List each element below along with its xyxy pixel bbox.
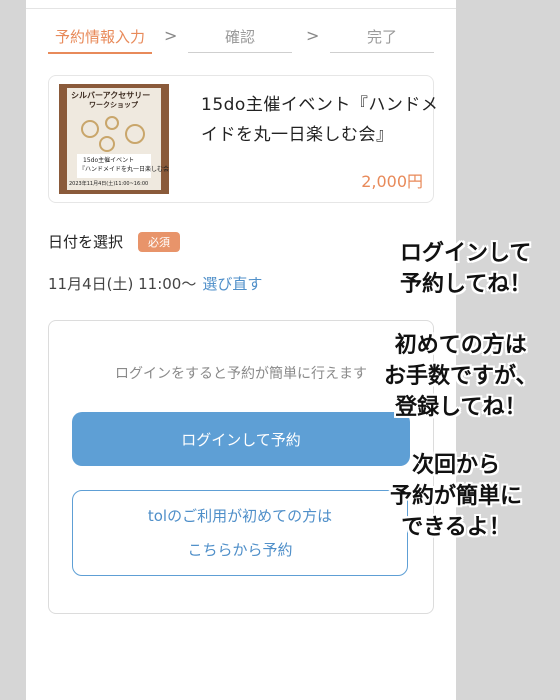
flyer-band-line1: 15do主催イベント — [83, 157, 135, 164]
ring-icon — [125, 124, 145, 144]
product-title: 15do主催イベント『ハンドメイドを丸一日楽しむ会』 — [201, 95, 439, 145]
step-done: 完了 — [330, 26, 434, 53]
product-card[interactable]: シルバーアクセサリー ワークショップ 15do主催イベント 『ハンドメイドを丸一… — [48, 75, 438, 203]
required-badge: 必須 — [138, 232, 180, 252]
selected-date: 11月4日(土) 11:00〜 選び直す — [48, 273, 262, 294]
flyer-date: 2023年11月4日(土)11:00~16:00 — [69, 181, 149, 187]
step-chevron-icon: > — [164, 26, 178, 45]
product-thumbnail: シルバーアクセサリー ワークショップ 15do主催イベント 『ハンドメイドを丸一… — [59, 84, 169, 194]
selected-date-value: 11月4日(土) 11:00〜 — [48, 275, 197, 293]
annotation-first-time: 初めての方は お手数ですが、 登録してね！ — [384, 333, 538, 420]
login-panel: ログインをすると予約が簡単に行えます ログインして予約 tolのご利用が初めての… — [48, 320, 434, 614]
annotation-login: ログインして 予約してね！ — [400, 241, 532, 297]
product-price: 2,000円 — [361, 172, 423, 191]
date-section-label: 日付を選択 — [48, 233, 124, 251]
reselect-link[interactable]: 選び直す — [202, 275, 262, 293]
ring-icon — [99, 136, 115, 152]
first-time-reserve-button[interactable]: tolのご利用が初めての方は こちらから予約 — [72, 490, 408, 576]
step-confirm: 確認 — [188, 26, 292, 53]
annotation-next-time: 次回から 予約が簡単に できるよ！ — [390, 453, 523, 540]
flyer-subheading: ワークショップ — [89, 101, 138, 109]
login-and-reserve-button[interactable]: ログインして予約 — [72, 412, 410, 466]
ring-icon — [105, 116, 119, 130]
step-chevron-icon: > — [306, 26, 320, 45]
ring-icon — [81, 120, 99, 138]
step-input: 予約情報入力 — [48, 26, 152, 54]
login-hint: ログインをすると予約が簡単に行えます — [115, 366, 367, 382]
first-time-line2: こちらから予約 — [187, 541, 293, 559]
header-divider — [26, 0, 456, 9]
flyer-band-line2: 『ハンドメイドを丸一日楽しむ会』 — [79, 166, 169, 173]
first-time-line1: tolのご利用が初めての方は — [147, 507, 333, 525]
